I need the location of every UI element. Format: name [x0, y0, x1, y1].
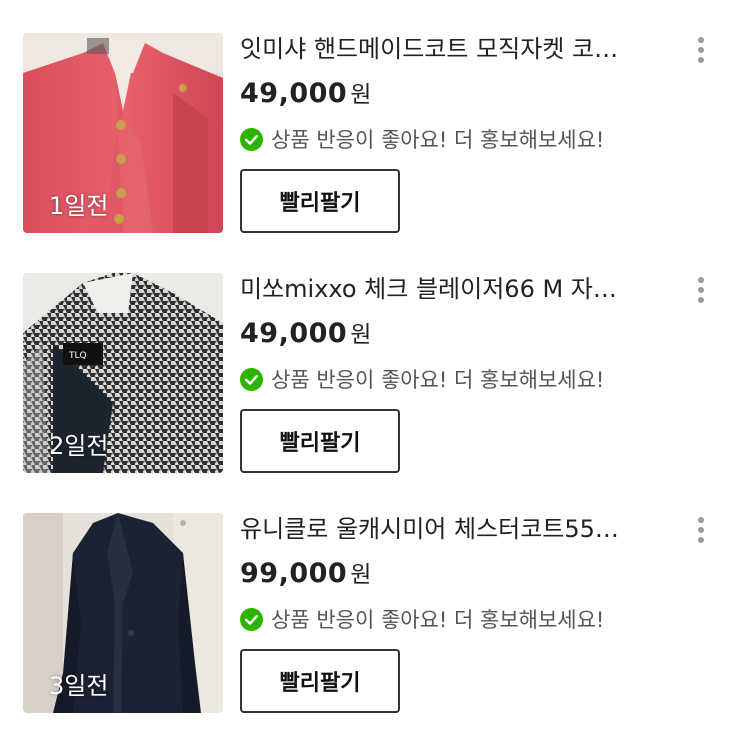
- more-vertical-icon[interactable]: [690, 35, 712, 65]
- more-vertical-icon[interactable]: [690, 515, 712, 545]
- price-row: 49,000 원: [240, 77, 371, 111]
- status-message: 상품 반응이 좋아요! 더 홍보해보세요!: [240, 365, 604, 395]
- product-thumbnail[interactable]: 1일전: [23, 33, 223, 233]
- product-list: 1일전 잇미샤 핸드메이드코트 모직자켓 코… 49,000 원 상품 반응이 좋…: [0, 0, 749, 749]
- product-price: 99,000: [240, 558, 348, 589]
- price-row: 49,000 원: [240, 317, 371, 351]
- product-thumbnail[interactable]: 3일전: [23, 513, 223, 713]
- list-item[interactable]: TLQ 2일전 미쏘mixxo 체크 블레이저66 M 자… 49,000 원 상…: [0, 273, 749, 473]
- check-circle-icon: [240, 368, 263, 391]
- product-title[interactable]: 유니클로 울캐시미어 체스터코트55…: [240, 513, 652, 545]
- currency-unit: 원: [350, 562, 372, 588]
- quick-sell-button[interactable]: 빨리팔기: [240, 649, 400, 713]
- list-item[interactable]: 3일전 유니클로 울캐시미어 체스터코트55… 99,000 원 상품 반응이 좋…: [0, 513, 749, 713]
- product-title[interactable]: 미쏘mixxo 체크 블레이저66 M 자…: [240, 273, 652, 305]
- status-text: 상품 반응이 좋아요! 더 홍보해보세요!: [271, 128, 605, 152]
- check-circle-icon: [240, 128, 263, 151]
- product-price: 49,000: [240, 318, 348, 349]
- status-text: 상품 반응이 좋아요! 더 홍보해보세요!: [271, 608, 605, 632]
- product-price: 49,000: [240, 78, 348, 109]
- currency-unit: 원: [350, 322, 372, 348]
- posted-time: 1일전: [49, 192, 109, 220]
- quick-sell-button[interactable]: 빨리팔기: [240, 409, 400, 473]
- svg-text:TLQ: TLQ: [68, 351, 87, 361]
- posted-time: 3일전: [49, 672, 109, 700]
- list-item[interactable]: 1일전 잇미샤 핸드메이드코트 모직자켓 코… 49,000 원 상품 반응이 좋…: [0, 33, 749, 233]
- product-thumbnail[interactable]: TLQ 2일전: [23, 273, 223, 473]
- status-message: 상품 반응이 좋아요! 더 홍보해보세요!: [240, 125, 604, 155]
- posted-time: 2일전: [49, 432, 109, 460]
- check-circle-icon: [240, 608, 263, 631]
- status-text: 상품 반응이 좋아요! 더 홍보해보세요!: [271, 368, 605, 392]
- status-message: 상품 반응이 좋아요! 더 홍보해보세요!: [240, 605, 604, 635]
- price-row: 99,000 원: [240, 557, 371, 591]
- quick-sell-button[interactable]: 빨리팔기: [240, 169, 400, 233]
- currency-unit: 원: [350, 82, 372, 108]
- product-title[interactable]: 잇미샤 핸드메이드코트 모직자켓 코…: [240, 33, 652, 65]
- more-vertical-icon[interactable]: [690, 275, 712, 305]
